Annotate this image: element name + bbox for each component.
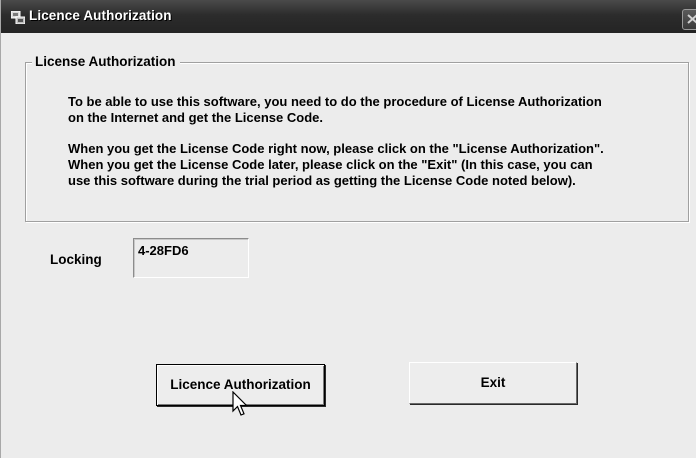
mouse-pointer-icon [232, 391, 248, 416]
instruction-line: on the Internet and get the License Code… [68, 110, 323, 125]
licence-authorization-window: Licence Authorization License Authorizat… [0, 0, 696, 458]
instruction-line: use this software during the trial perio… [68, 173, 576, 188]
instruction-line: When you get the License Code right now,… [68, 141, 604, 156]
window-title: Licence Authorization [29, 8, 172, 23]
instructions-paragraph-1: To be able to use this software, you nee… [68, 94, 688, 126]
locking-label: Locking [50, 252, 102, 267]
title-bar[interactable]: Licence Authorization [1, 0, 696, 33]
close-button[interactable] [682, 9, 696, 30]
app-icon [10, 10, 26, 25]
locking-code-value: 4-28FD6 [138, 243, 189, 258]
instruction-line: When you get the License Code later, ple… [68, 157, 593, 172]
close-icon [687, 14, 696, 24]
exit-button[interactable]: Exit [409, 362, 577, 404]
instruction-line: To be able to use this software, you nee… [68, 94, 602, 109]
locking-code-field[interactable]: 4-28FD6 [133, 238, 249, 278]
exit-button-label: Exit [480, 375, 506, 390]
instructions-paragraph-2: When you get the License Code right now,… [68, 141, 688, 189]
group-legend: License Authorization [32, 54, 180, 69]
